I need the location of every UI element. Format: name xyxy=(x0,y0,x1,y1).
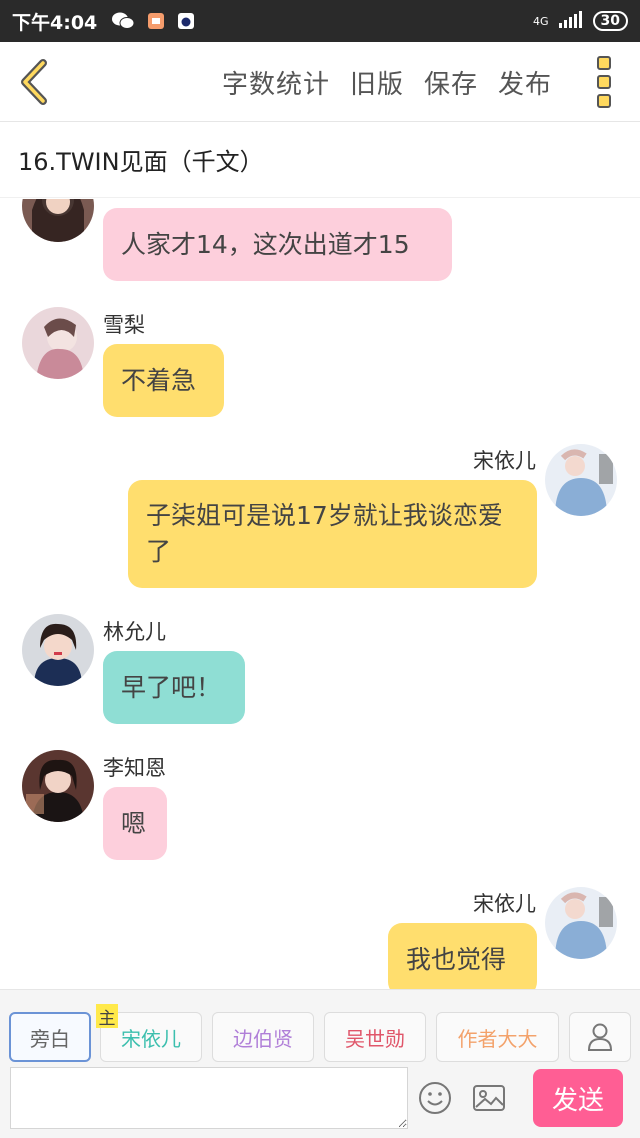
battery-icon: 30 xyxy=(592,11,628,31)
role-bar: 旁白 宋依儿 主 边伯贤 吴世勋 作者大大 xyxy=(0,989,640,1063)
old-version-button[interactable]: 旧版 xyxy=(350,64,404,101)
status-time: 下午4:04 xyxy=(12,11,98,34)
emoji-button[interactable] xyxy=(418,1081,452,1115)
word-count-button[interactable]: 字数统计 xyxy=(222,64,330,101)
smiley-icon xyxy=(419,1082,451,1114)
toolbar-actions: 字数统计 旧版 保存 发布 xyxy=(222,42,572,122)
editor-toolbar: 字数统计 旧版 保存 发布 xyxy=(0,42,640,122)
message-input[interactable] xyxy=(10,1067,408,1129)
sender-name: 宋依儿 xyxy=(473,449,536,473)
message-bubble[interactable]: 子柒姐可是说17岁就让我谈恋爱了 xyxy=(128,480,537,588)
main-role-badge: 主 xyxy=(96,1004,118,1029)
chevron-left-icon xyxy=(21,59,47,105)
avatar[interactable] xyxy=(22,614,94,686)
network-type: 4G xyxy=(532,14,549,28)
more-dot xyxy=(597,94,611,108)
avatar[interactable] xyxy=(22,750,94,822)
save-button[interactable]: 保存 xyxy=(424,64,478,101)
wechat-icon xyxy=(111,11,135,31)
message-bubble[interactable]: 早了吧！ xyxy=(103,651,245,724)
role-button[interactable]: 边伯贤 xyxy=(212,1012,314,1062)
send-button[interactable]: 发送 xyxy=(533,1069,623,1127)
more-vertical-icon xyxy=(597,56,611,70)
avatar[interactable] xyxy=(545,887,617,959)
chapter-title[interactable]: 16.TWIN见面（千文） xyxy=(0,122,640,198)
role-button[interactable]: 作者大大 xyxy=(436,1012,559,1062)
more-button[interactable] xyxy=(592,56,616,108)
avatar[interactable] xyxy=(545,444,617,516)
message-bubble[interactable]: 不着急 xyxy=(103,344,224,417)
input-bar: 发送 xyxy=(0,1063,640,1138)
avatar[interactable] xyxy=(22,199,94,242)
app-notification-icon-2 xyxy=(177,12,195,30)
app-notification-icon xyxy=(147,12,165,30)
more-dot xyxy=(597,75,611,89)
sender-name: 李知恩 xyxy=(103,756,166,780)
message-bubble[interactable]: 人家才14，这次出道才15 xyxy=(103,208,452,281)
role-button[interactable]: 吴世勋 xyxy=(324,1012,426,1062)
back-button[interactable] xyxy=(14,56,54,108)
role-narrator-button[interactable]: 旁白 xyxy=(9,1012,91,1062)
image-button[interactable] xyxy=(472,1081,506,1115)
message-bubble[interactable]: 我也觉得 xyxy=(388,923,537,989)
sender-name: 林允儿 xyxy=(103,620,166,644)
add-role-button[interactable] xyxy=(569,1012,631,1062)
signal-icon xyxy=(558,10,583,33)
chat-area[interactable]: 人家才14，这次出道才15 雪梨 不着急 宋依儿 子柒姐可是说17岁就让我谈恋爱… xyxy=(0,199,640,989)
avatar[interactable] xyxy=(22,307,94,379)
user-icon xyxy=(587,1023,613,1051)
status-bar: 下午4:04 4G 30 xyxy=(0,0,640,42)
publish-button[interactable]: 发布 xyxy=(498,64,552,101)
message-bubble[interactable]: 嗯 xyxy=(103,787,167,860)
sender-name: 宋依儿 xyxy=(473,892,536,916)
image-icon xyxy=(473,1085,505,1111)
sender-name: 雪梨 xyxy=(103,313,145,337)
